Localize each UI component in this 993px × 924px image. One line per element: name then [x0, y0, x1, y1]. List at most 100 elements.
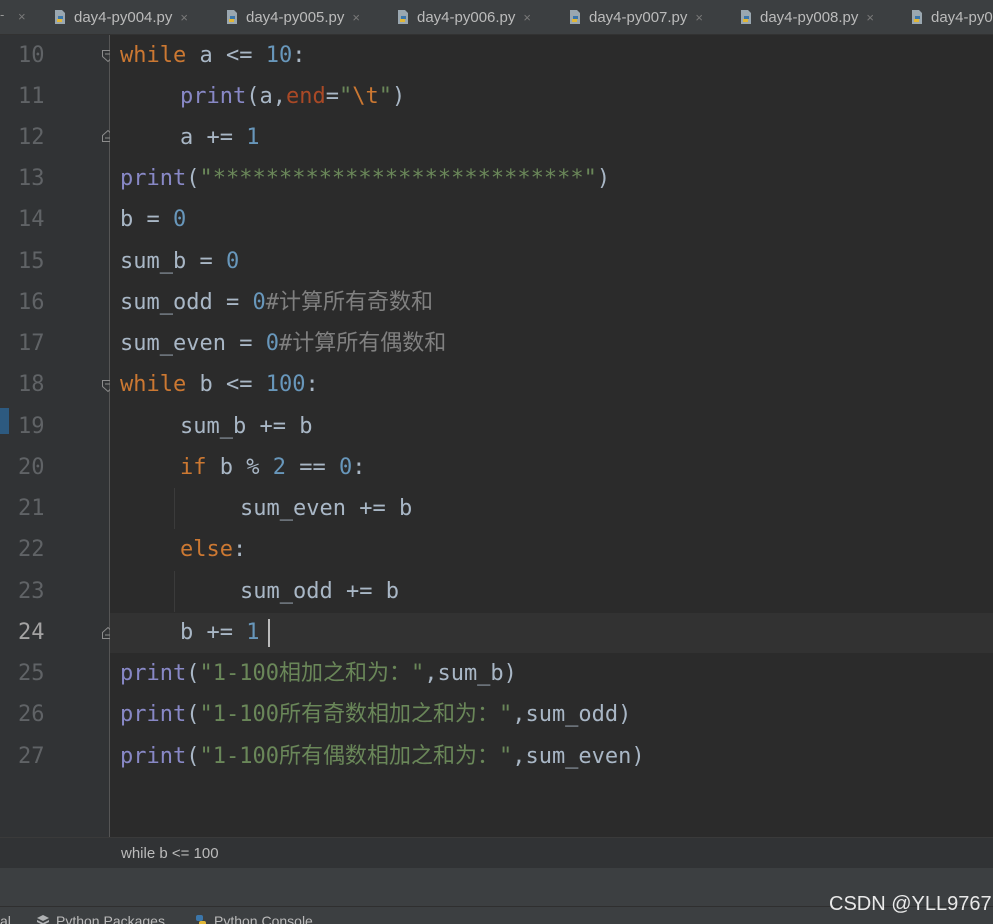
code-text: ( — [186, 744, 200, 769]
code-text: = — [325, 84, 339, 109]
code-line-25: print("1-100相加之和为：",sum_b) — [120, 653, 517, 694]
line-number: 26 — [18, 702, 45, 727]
tab-close-icon[interactable]: × — [18, 9, 26, 24]
tab-close-icon[interactable]: × — [695, 10, 703, 25]
tab-overflow-edge: - — [0, 7, 5, 22]
tab-label: day4-py007.py — [589, 8, 688, 26]
code-text: b = — [120, 207, 173, 232]
python-file-icon — [738, 9, 754, 25]
string-literal: " — [338, 84, 353, 109]
tool-window-label: Python Packages — [56, 913, 165, 924]
code-line-10: while a <= 10: — [120, 35, 305, 76]
tab-label: day4-py0 — [931, 8, 993, 26]
code-line-20: if b % 2 == 0: — [180, 447, 365, 488]
tab-close-icon[interactable]: × — [523, 10, 531, 25]
line-number: 13 — [18, 166, 45, 191]
line-number: 15 — [18, 249, 45, 274]
tab-close-icon[interactable]: × — [180, 10, 188, 25]
code-text: ,sum_odd) — [512, 702, 632, 727]
code-text: ( — [186, 661, 200, 686]
breadcrumb[interactable]: while b <= 100 — [121, 845, 219, 862]
tool-window-python-packages[interactable]: Python Packages — [36, 913, 165, 924]
tab-label: day4-py006.py — [417, 8, 516, 26]
code-text: ) — [596, 166, 611, 191]
tab-day4-py004[interactable]: day4-py004.py × — [52, 0, 188, 34]
number-literal: 2 — [272, 455, 286, 480]
python-console-icon — [194, 914, 208, 924]
tab-label: day4-py005.py — [246, 8, 345, 26]
code-text: ,sum_even) — [512, 744, 645, 769]
python-file-icon — [567, 9, 583, 25]
code-line-19: sum_b += b — [180, 406, 312, 447]
line-number: 17 — [18, 331, 45, 356]
indent-guide — [174, 488, 175, 529]
code-text: : — [305, 372, 319, 397]
line-number: 11 — [18, 84, 45, 109]
number-literal: 0 — [265, 331, 279, 356]
escape-sequence: \t — [352, 84, 379, 109]
code-text: a <= — [186, 43, 266, 68]
line-number: 19 — [18, 414, 45, 439]
line-number: 12 — [18, 125, 45, 150]
number-literal: 0 — [338, 455, 353, 480]
tab-close-icon[interactable]: × — [352, 10, 360, 25]
tab-day4-py006[interactable]: day4-py006.py × — [395, 0, 531, 34]
comment: #计算所有奇数和 — [265, 290, 433, 315]
code-text: sum_even = — [120, 331, 266, 356]
code-text: ( — [186, 166, 200, 191]
code-line-24: b += 1 — [180, 612, 259, 653]
string-literal: "1-100所有偶数相加之和为：" — [199, 744, 513, 769]
string-literal: "1-100相加之和为：" — [199, 661, 425, 686]
code-line-26: print("1-100所有奇数相加之和为：",sum_odd) — [120, 694, 631, 735]
number-literal: 0 — [172, 207, 187, 232]
code-line-13: print("****************************") — [120, 158, 610, 199]
line-number: 21 — [18, 496, 45, 521]
code-text: b % — [206, 455, 273, 480]
line-number: 16 — [18, 290, 45, 315]
code-line-15: sum_b = 0 — [120, 241, 239, 282]
code-line-11: print(a,end="\t") — [180, 76, 405, 117]
code-line-22: else: — [180, 529, 246, 570]
python-file-icon — [52, 9, 68, 25]
code-text: : — [352, 455, 366, 480]
code-text: == — [285, 455, 339, 480]
line-number: 14 — [18, 207, 45, 232]
tab-day4-py008[interactable]: day4-py008.py × — [738, 0, 874, 34]
code-text: b += — [180, 620, 247, 645]
ide-window: - × day4-py004.py × day4-py005.py × day4… — [0, 0, 993, 924]
number-literal: 1 — [246, 125, 260, 150]
line-number: 23 — [18, 579, 45, 604]
number-literal: 0 — [225, 249, 240, 274]
code-text: sum_b += b — [180, 414, 313, 439]
tab-label: day4-py008.py — [760, 8, 859, 26]
keyword: while — [120, 372, 187, 397]
named-parameter: end — [285, 84, 326, 109]
code-text: (a, — [246, 84, 286, 109]
text-caret — [268, 619, 270, 647]
python-file-icon — [909, 9, 925, 25]
tab-day4-py007[interactable]: day4-py007.py × — [567, 0, 703, 34]
code-text: a += — [180, 125, 247, 150]
tab-day4-py0-partial[interactable]: day4-py0 — [909, 0, 993, 34]
keyword: if — [180, 455, 207, 480]
tool-window-label: al — [0, 913, 11, 924]
tab-close-icon[interactable]: × — [866, 10, 874, 25]
code-text: sum_b = — [120, 249, 226, 274]
builtin-function: print — [120, 166, 187, 191]
line-number: 22 — [18, 537, 45, 562]
code-text: ,sum_b) — [424, 661, 517, 686]
line-number: 10 — [18, 43, 45, 68]
tool-window-python-console[interactable]: Python Console — [194, 913, 313, 924]
code-line-14: b = 0 — [120, 199, 186, 240]
comment: #计算所有偶数和 — [278, 331, 447, 356]
tab-label: day4-py004.py — [74, 8, 173, 26]
tool-window-terminal[interactable]: al — [0, 913, 11, 924]
number-literal: 10 — [265, 43, 293, 68]
packages-icon — [36, 914, 50, 924]
editor-tab-bar: - × day4-py004.py × day4-py005.py × day4… — [0, 0, 993, 35]
builtin-function: print — [120, 744, 187, 769]
code-text: : — [292, 43, 306, 68]
number-literal: 0 — [252, 290, 266, 315]
code-line-27: print("1-100所有偶数相加之和为：",sum_even) — [120, 736, 645, 777]
tab-day4-py005[interactable]: day4-py005.py × — [224, 0, 360, 34]
